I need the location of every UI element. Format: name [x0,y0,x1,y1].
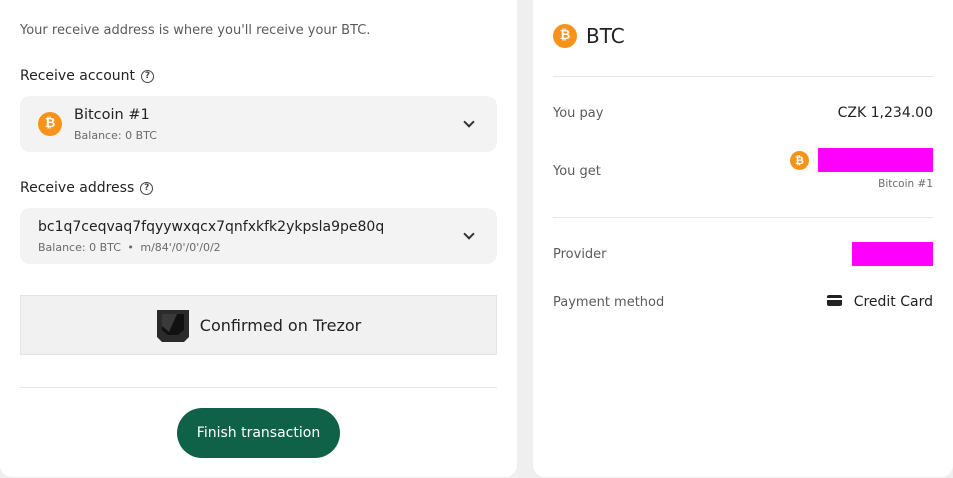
receive-address-label-text: Receive address [20,180,135,196]
divider [553,217,933,218]
bitcoin-icon: ₿ [790,151,809,170]
divider [20,387,497,388]
payment-method-text: Credit Card [853,294,933,310]
meta-separator: • [127,241,134,254]
help-icon[interactable]: ? [140,181,154,195]
receive-account-label-text: Receive account [20,68,136,84]
derivation-path: m/84'/0'/0'/0/2 [140,241,221,254]
credit-card-icon [826,295,842,306]
receive-panel: Your receive address is where you'll rec… [0,0,517,477]
receive-address-label: Receive address ? [20,180,154,196]
account-balance: Balance: 0 BTC [74,129,157,142]
finish-transaction-button[interactable]: Finish transaction [177,408,340,458]
confirmed-on-trezor-banner: Confirmed on Trezor [20,295,497,355]
coin-header: ₿ BTC [553,24,625,48]
receive-intro-text: Your receive address is where you'll rec… [20,23,371,38]
you-pay-label: You pay [553,106,604,121]
payment-method-value: Credit Card [826,294,933,310]
summary-panel: ₿ BTC You pay CZK 1,234.00 You get ₿ Bit… [533,0,953,477]
provider-label: Provider [553,247,607,262]
bitcoin-icon: ₿ [553,24,577,48]
you-get-account: Bitcoin #1 [878,178,933,190]
address-value: bc1q7ceqvaq7fqyywxqcx7qnfxkfk2ykpsla9pe8… [38,219,385,235]
payment-method-label: Payment method [553,295,665,310]
trezor-device-icon [156,308,190,342]
confirmed-text: Confirmed on Trezor [199,315,362,335]
help-icon[interactable]: ? [141,69,155,83]
receive-address-select[interactable]: bc1q7ceqvaq7fqyywxqcx7qnfxkfk2ykpsla9pe8… [20,208,497,264]
chevron-down-icon[interactable] [463,228,475,240]
coin-title: BTC [586,24,625,48]
account-name: Bitcoin #1 [74,107,150,123]
divider [553,76,933,77]
address-meta: Balance: 0 BTC • m/84'/0'/0'/0/2 [38,241,221,254]
receive-account-label: Receive account ? [20,68,155,84]
receive-account-select[interactable]: ₿ Bitcoin #1 Balance: 0 BTC [20,96,497,152]
bitcoin-icon: ₿ [38,112,62,136]
redacted-amount [818,148,933,172]
address-balance: Balance: 0 BTC [38,241,121,254]
you-get-label: You get [553,164,601,179]
redacted-provider [852,242,933,266]
you-pay-value: CZK 1,234.00 [837,105,933,121]
chevron-down-icon[interactable] [463,116,475,128]
